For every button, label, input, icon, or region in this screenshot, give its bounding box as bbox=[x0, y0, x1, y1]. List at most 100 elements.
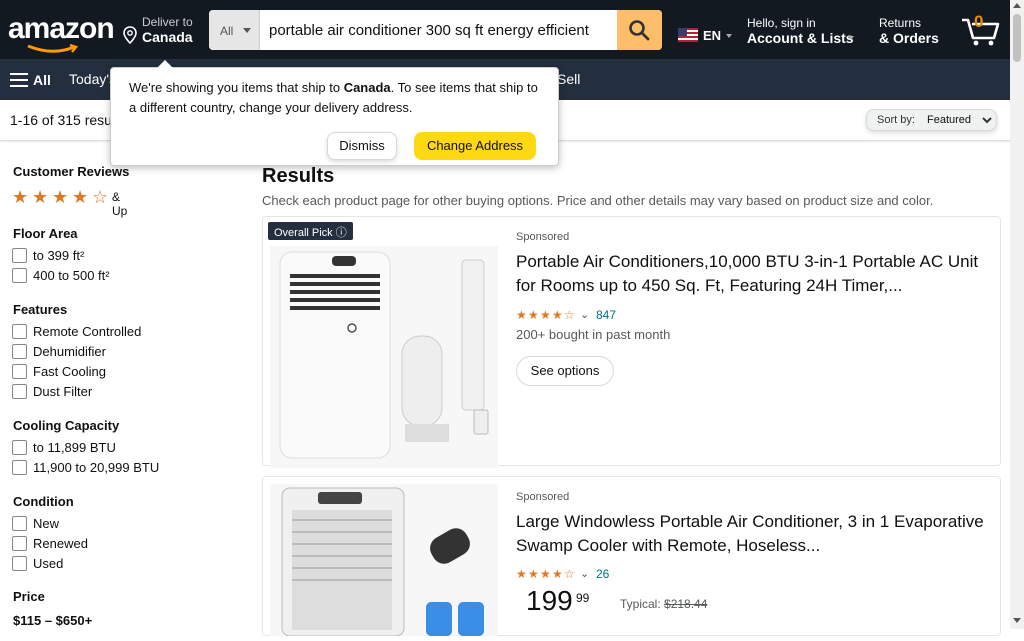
popover-message: We're showing you items that ship to Can… bbox=[129, 78, 544, 118]
info-icon: ⓘ bbox=[335, 227, 347, 239]
product-title-link[interactable]: Large Windowless Portable Air Conditione… bbox=[516, 510, 996, 558]
checkbox[interactable] bbox=[12, 460, 27, 475]
star-full-icon: ★ bbox=[528, 308, 539, 322]
checkbox[interactable] bbox=[12, 344, 27, 359]
filter-option-label: Remote Controlled bbox=[33, 324, 142, 339]
returns-orders[interactable]: Returns & Orders bbox=[871, 6, 947, 52]
chevron-down-icon bbox=[726, 34, 732, 38]
air-conditioner-image bbox=[279, 251, 489, 459]
language-code: EN bbox=[703, 28, 722, 43]
typical-label: Typical: bbox=[620, 597, 665, 611]
checkbox[interactable] bbox=[12, 384, 27, 399]
filter-option-label: Fast Cooling bbox=[33, 364, 106, 379]
sort-label: Sort by: bbox=[877, 114, 915, 126]
product-price[interactable]: 199 99 Typical: $218.44 bbox=[516, 585, 816, 619]
checkbox[interactable] bbox=[12, 248, 27, 263]
chevron-down-icon bbox=[848, 36, 854, 40]
language-selector[interactable]: EN bbox=[674, 6, 732, 52]
search-icon bbox=[629, 20, 650, 41]
popover-text: We're showing you items that ship to bbox=[129, 80, 344, 95]
sponsored-label[interactable]: Sponsored bbox=[516, 231, 569, 243]
sort-dropdown[interactable]: Sort by: Featured bbox=[866, 109, 997, 131]
checkbox[interactable] bbox=[12, 536, 27, 551]
us-flag-icon bbox=[678, 28, 698, 42]
chevron-down-icon: ⌄ bbox=[580, 309, 590, 321]
filter-heading-condition: Condition bbox=[13, 494, 74, 509]
filter-option-label: Dust Filter bbox=[33, 384, 93, 399]
location-pin-icon bbox=[123, 26, 137, 44]
bought-past-month: 200+ bought in past month bbox=[516, 327, 671, 342]
account-lists[interactable]: Hello, sign in Account & Lists bbox=[740, 6, 855, 52]
checkbox[interactable] bbox=[12, 364, 27, 379]
filter-heading-floor-area: Floor Area bbox=[13, 226, 78, 241]
amazon-logo[interactable]: amazon bbox=[8, 8, 115, 53]
see-options-button[interactable]: See options bbox=[516, 356, 614, 386]
star-full-icon: ★ bbox=[32, 187, 49, 207]
scrollbar-thumb[interactable] bbox=[1013, 14, 1021, 62]
chevron-down-icon bbox=[982, 117, 992, 124]
logo-text: amazon bbox=[8, 12, 115, 45]
cart-button[interactable]: 0 bbox=[952, 6, 1008, 52]
page-scrollbar[interactable] bbox=[1010, 0, 1024, 629]
price-fraction: 99 bbox=[576, 591, 590, 605]
filter-option-label: New bbox=[33, 516, 60, 531]
rating-count[interactable]: 26 bbox=[596, 567, 609, 581]
search-department-select[interactable]: All bbox=[209, 10, 260, 50]
returns-label: Returns bbox=[879, 16, 922, 30]
scroll-up-arrow-icon[interactable] bbox=[1013, 3, 1021, 8]
search-input[interactable] bbox=[261, 10, 617, 50]
dismiss-button[interactable]: Dismiss bbox=[327, 132, 397, 160]
filter-sidebar: Customer Reviews ★ ★ ★ ★ ☆ & Up Floor Ar… bbox=[0, 141, 250, 629]
reviews-and-up: & Up bbox=[112, 190, 128, 218]
star-full-icon: ★ bbox=[540, 308, 551, 322]
star-half-icon: ☆ bbox=[564, 567, 575, 581]
checkbox[interactable] bbox=[12, 556, 27, 571]
star-full-icon: ★ bbox=[552, 308, 563, 322]
account-label: Account & Lists bbox=[747, 30, 854, 46]
chevron-down-icon bbox=[243, 28, 251, 33]
result-count: 1-16 of 315 resu bbox=[10, 112, 112, 128]
checkbox[interactable] bbox=[12, 516, 27, 531]
product-card: Sponsored Large Windowless Portable Air … bbox=[262, 476, 1001, 637]
product-card: Overall Pick ⓘ Sponsored Portable Air Co… bbox=[262, 216, 1001, 468]
search-bar: All bbox=[209, 10, 662, 50]
rating-count[interactable]: 847 bbox=[596, 308, 616, 322]
filter-heading-reviews: Customer Reviews bbox=[13, 164, 130, 179]
scroll-down-arrow-icon[interactable] bbox=[1013, 618, 1021, 623]
results-heading: Results bbox=[262, 165, 335, 187]
deliver-label: Deliver to bbox=[142, 15, 193, 29]
typical-price-value: $218.44 bbox=[664, 597, 708, 611]
product-image[interactable] bbox=[270, 246, 498, 468]
chevron-down-icon: ⌄ bbox=[580, 568, 590, 580]
nav-link-todays-deals[interactable]: Today's bbox=[69, 71, 116, 87]
all-menu-button[interactable]: All bbox=[4, 61, 60, 99]
star-full-icon: ★ bbox=[528, 567, 539, 581]
evaporative-cooler-image bbox=[281, 487, 484, 637]
change-address-button[interactable]: Change Address bbox=[414, 132, 536, 160]
checkbox[interactable] bbox=[12, 324, 27, 339]
delivery-popover: We're showing you items that ship to Can… bbox=[110, 60, 559, 166]
star-half-icon: ☆ bbox=[564, 308, 575, 322]
sort-value: Featured bbox=[927, 114, 972, 126]
product-image[interactable] bbox=[270, 484, 498, 637]
filter-heading-price: Price bbox=[13, 589, 45, 604]
orders-label: & Orders bbox=[879, 30, 939, 46]
search-button[interactable] bbox=[617, 10, 662, 50]
filter-option-label: Used bbox=[33, 556, 64, 571]
price-whole: 199 bbox=[526, 585, 573, 616]
deliver-to[interactable]: Deliver to Canada bbox=[118, 6, 204, 52]
star-full-icon: ★ bbox=[552, 567, 563, 581]
popover-country: Canada bbox=[343, 80, 391, 95]
sponsored-label[interactable]: Sponsored bbox=[516, 491, 569, 503]
star-full-icon: ★ bbox=[52, 187, 69, 207]
nav-link-sell[interactable]: Sell bbox=[557, 71, 580, 87]
checkbox[interactable] bbox=[12, 440, 27, 455]
product-title-link[interactable]: Portable Air Conditioners,10,000 BTU 3-i… bbox=[516, 250, 996, 298]
filter-option-label: 11,900 to 20,999 BTU bbox=[33, 460, 160, 475]
checkbox[interactable] bbox=[12, 268, 27, 283]
filter-option-label: Renewed bbox=[33, 536, 88, 551]
badge-label: Overall Pick bbox=[274, 227, 333, 239]
star-full-icon: ★ bbox=[516, 567, 527, 581]
star-full-icon: ★ bbox=[12, 187, 29, 207]
overall-pick-badge: Overall Pick ⓘ bbox=[268, 222, 353, 240]
